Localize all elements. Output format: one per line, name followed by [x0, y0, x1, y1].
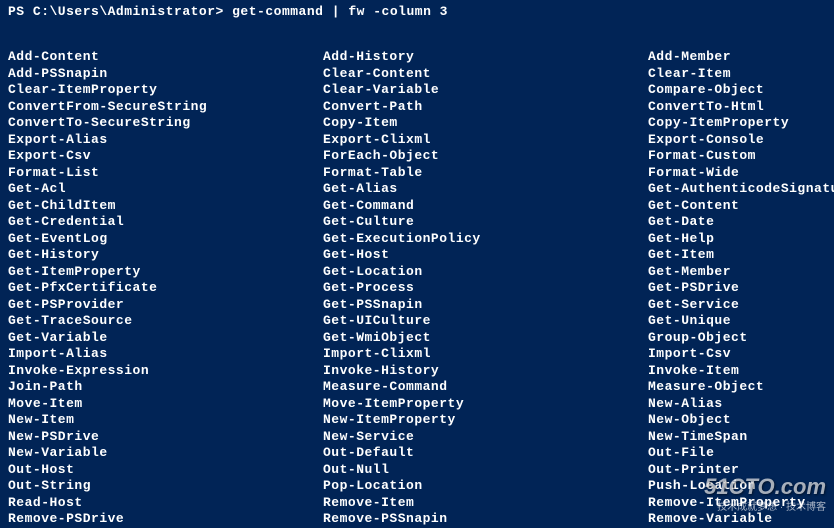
command-item: Out-Null — [323, 462, 648, 479]
command-item: Format-List — [8, 165, 323, 182]
command-item: Measure-Object — [648, 379, 834, 396]
command-item: Get-Variable — [8, 330, 323, 347]
command-output-grid: Add-ContentAdd-PSSnapinClear-ItemPropert… — [8, 49, 826, 528]
command-item: Export-Alias — [8, 132, 323, 149]
command-item: Get-TraceSource — [8, 313, 323, 330]
command-item: Group-Object — [648, 330, 834, 347]
command-item: Compare-Object — [648, 82, 834, 99]
output-column-2: Add-HistoryClear-ContentClear-VariableCo… — [323, 49, 648, 528]
command-item: Get-WmiObject — [323, 330, 648, 347]
command-item: ConvertFrom-SecureString — [8, 99, 323, 116]
command-item: Pop-Location — [323, 478, 648, 495]
command-item: Invoke-Item — [648, 363, 834, 380]
command-item: ForEach-Object — [323, 148, 648, 165]
command-item: Export-Clixml — [323, 132, 648, 149]
command-item: Measure-Command — [323, 379, 648, 396]
command-item: Get-Location — [323, 264, 648, 281]
command-item: Remove-Variable — [648, 511, 834, 528]
command-item: Out-String — [8, 478, 323, 495]
command-item: Invoke-History — [323, 363, 648, 380]
command-item: Out-Default — [323, 445, 648, 462]
command-item: New-Variable — [8, 445, 323, 462]
command-item: Remove-Item — [323, 495, 648, 512]
command-item: New-Service — [323, 429, 648, 446]
command-item: Get-Service — [648, 297, 834, 314]
command-item: New-TimeSpan — [648, 429, 834, 446]
command-item: Get-Item — [648, 247, 834, 264]
command-item: Clear-Variable — [323, 82, 648, 99]
command-item: Move-ItemProperty — [323, 396, 648, 413]
command-item: New-Item — [8, 412, 323, 429]
command-item: Export-Console — [648, 132, 834, 149]
command-item: Get-Help — [648, 231, 834, 248]
command-item: Remove-ItemProperty — [648, 495, 834, 512]
command-item: Out-File — [648, 445, 834, 462]
prompt-line[interactable]: PS C:\Users\Administrator> get-command |… — [8, 4, 826, 19]
output-column-1: Add-ContentAdd-PSSnapinClear-ItemPropert… — [8, 49, 323, 528]
command-item: Remove-PSDrive — [8, 511, 323, 528]
command-item: ConvertTo-Html — [648, 99, 834, 116]
command-item: Get-Credential — [8, 214, 323, 231]
command-item: Get-Host — [323, 247, 648, 264]
command-item: Get-Date — [648, 214, 834, 231]
command-item: Add-Content — [8, 49, 323, 66]
command-item: Remove-PSSnapin — [323, 511, 648, 528]
command-item: Get-ItemProperty — [8, 264, 323, 281]
command-item: Clear-Item — [648, 66, 834, 83]
command-item: Get-Command — [323, 198, 648, 215]
command-item: Push-Location — [648, 478, 834, 495]
command-item: Get-PfxCertificate — [8, 280, 323, 297]
command-item: Get-UICulture — [323, 313, 648, 330]
command-item: Move-Item — [8, 396, 323, 413]
command-item: Copy-Item — [323, 115, 648, 132]
command-item: Get-Member — [648, 264, 834, 281]
command-item: New-PSDrive — [8, 429, 323, 446]
command-item: Out-Host — [8, 462, 323, 479]
command-item: Get-Alias — [323, 181, 648, 198]
command-item: New-Object — [648, 412, 834, 429]
command-item: Format-Custom — [648, 148, 834, 165]
command-item: Join-Path — [8, 379, 323, 396]
command-item: New-ItemProperty — [323, 412, 648, 429]
command-item: Export-Csv — [8, 148, 323, 165]
command-item: Import-Alias — [8, 346, 323, 363]
command-item: Get-ExecutionPolicy — [323, 231, 648, 248]
command-item: Import-Clixml — [323, 346, 648, 363]
command-item: Format-Wide — [648, 165, 834, 182]
command-item: Get-AuthenticodeSignature — [648, 181, 834, 198]
command-item: Add-PSSnapin — [8, 66, 323, 83]
command-item: Get-PSProvider — [8, 297, 323, 314]
command-item: Get-Acl — [8, 181, 323, 198]
command-item: Format-Table — [323, 165, 648, 182]
command-item: Add-History — [323, 49, 648, 66]
command-item: Clear-Content — [323, 66, 648, 83]
command-item: Import-Csv — [648, 346, 834, 363]
command-item: Get-PSDrive — [648, 280, 834, 297]
command-item: Invoke-Expression — [8, 363, 323, 380]
command-item: Get-Unique — [648, 313, 834, 330]
command-item: Clear-ItemProperty — [8, 82, 323, 99]
command-item: Convert-Path — [323, 99, 648, 116]
command-item: Get-Process — [323, 280, 648, 297]
output-column-3: Add-MemberClear-ItemCompare-ObjectConver… — [648, 49, 834, 528]
command-item: ConvertTo-SecureString — [8, 115, 323, 132]
command-item: Get-ChildItem — [8, 198, 323, 215]
command-item: Copy-ItemProperty — [648, 115, 834, 132]
command-item: Add-Member — [648, 49, 834, 66]
command-item: Get-History — [8, 247, 323, 264]
command-item: New-Alias — [648, 396, 834, 413]
command-item: Read-Host — [8, 495, 323, 512]
command-item: Get-EventLog — [8, 231, 323, 248]
command-item: Get-Content — [648, 198, 834, 215]
command-item: Get-Culture — [323, 214, 648, 231]
command-item: Get-PSSnapin — [323, 297, 648, 314]
command-item: Out-Printer — [648, 462, 834, 479]
